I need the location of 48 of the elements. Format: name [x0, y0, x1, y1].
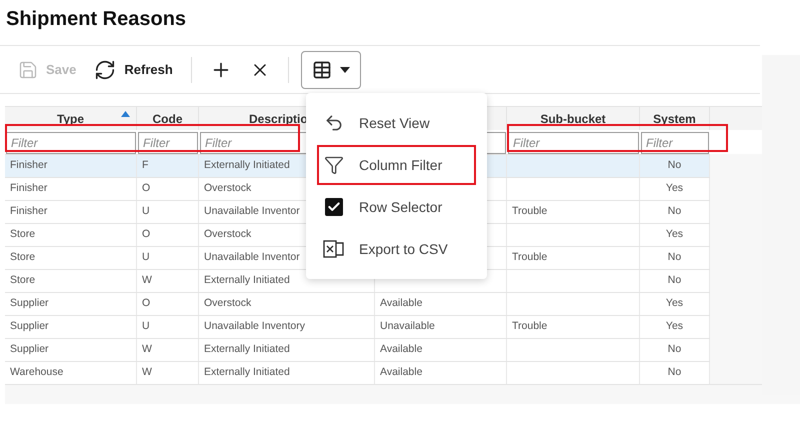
table-cell-text: W	[142, 365, 152, 380]
table-cell-text: Externally Initiated	[204, 273, 290, 288]
table-cell-text: No	[668, 273, 682, 288]
table-cell-text: Available	[380, 342, 422, 358]
table-cell-text: O	[142, 181, 150, 196]
table-cell-text: U	[142, 319, 150, 334]
table-cell-text: U	[142, 250, 150, 266]
table-cell-text: Unavailable Inventory	[204, 319, 305, 334]
table-cell-text: Available	[380, 365, 422, 380]
table-cell-text: Supplier	[10, 342, 49, 358]
table-cell-text: F	[142, 158, 148, 174]
table-cell-text: Overstock	[204, 227, 252, 242]
table-cell-text: Overstock	[204, 181, 252, 196]
table-cell-text: Store	[10, 227, 36, 242]
table-cell-text: Externally Initiated	[204, 365, 290, 380]
table-cell-text: Trouble	[512, 204, 548, 220]
table-cell-text: Store	[10, 273, 36, 288]
table-cell-text: Finisher	[10, 204, 48, 220]
table-cell-text: No	[668, 204, 682, 220]
table-cell-text: O	[142, 296, 150, 312]
table-cell-text: Trouble	[512, 250, 548, 266]
table-cell-text: Finisher	[10, 181, 48, 196]
table-cell-text: W	[142, 273, 152, 288]
table-cell-text: W	[142, 342, 152, 358]
table-cell-text: Finisher	[10, 158, 48, 174]
table-cell-text: Unavailable	[380, 319, 435, 334]
table-cell-text: O	[142, 227, 150, 242]
table-cell-text: No	[668, 342, 682, 358]
table-cell-text: Unavailable Inventor	[204, 250, 300, 266]
table-cell-text: Yes	[666, 227, 684, 242]
page-title: Shipment Reasons	[6, 7, 188, 32]
table-cell-text: Warehouse	[10, 365, 64, 380]
table-cell-text: Unavailable Inventor	[204, 204, 300, 220]
table-cell-text: Yes	[666, 319, 684, 334]
table-cell-text: No	[668, 250, 682, 266]
table-cell-text: Externally Initiated	[204, 158, 290, 174]
table-cell-text: No	[668, 158, 682, 174]
table-cell-text: Trouble	[512, 319, 548, 334]
table-cell-text: Externally Initiated	[204, 342, 290, 358]
table-cell-text: Available	[380, 296, 422, 312]
table-cell-text: Overstock	[204, 296, 252, 312]
table-cell-text: Yes	[666, 296, 684, 312]
table-cell-text: No	[668, 365, 682, 380]
table-cell-text: U	[142, 204, 150, 220]
table-cell-text: Supplier	[10, 296, 49, 312]
table-cell-text: Store	[10, 250, 36, 266]
table-cell-text: Yes	[666, 181, 684, 196]
table-cell-text: Supplier	[10, 319, 49, 334]
